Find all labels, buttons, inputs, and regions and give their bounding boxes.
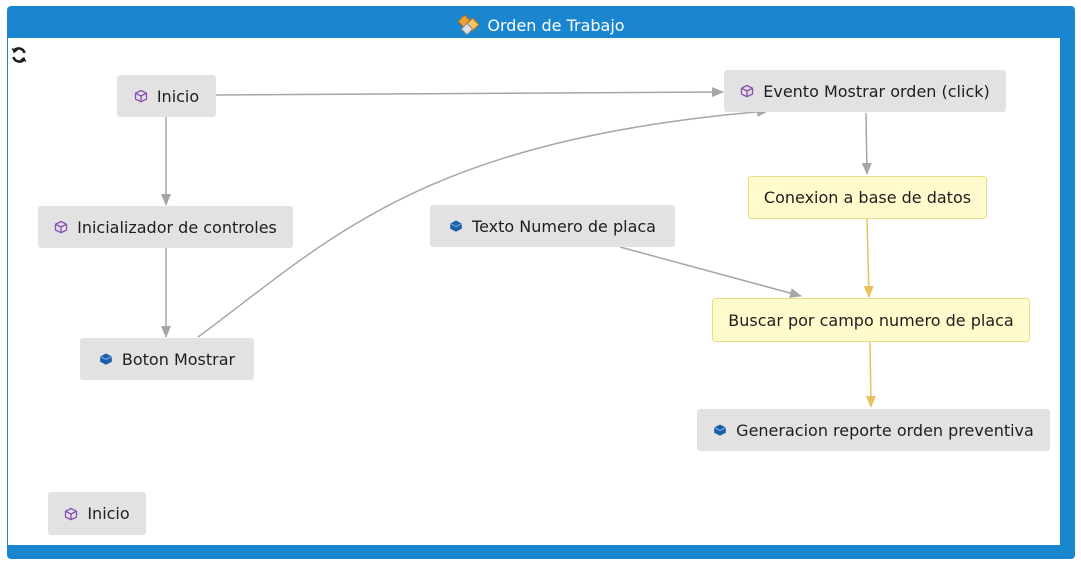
link-conexion-to-buscar [863,218,874,298]
node-buscar-por-campo-numero-de-placa[interactable]: Buscar por campo numero de placa [712,298,1030,342]
node-label: Texto Numero de placa [472,216,656,236]
component-icon [65,507,78,520]
node-inicio[interactable]: Inicio [117,75,216,117]
node-conexion-a-base-de-datos[interactable]: Conexion a base de datos [748,176,987,219]
node-label: Buscar por campo numero de placa [728,310,1014,330]
node-label: Boton Mostrar [121,349,236,369]
node-evento-mostrar-orden[interactable]: Evento Mostrar orden (click) [724,70,1006,112]
node-label: Inicio [87,504,130,523]
object-icon [714,424,727,436]
node-boton-mostrar[interactable]: Boton Mostrar [80,338,254,380]
node-inicio-secondary[interactable]: Inicio [48,492,146,535]
node-label: Conexion a base de datos [763,188,972,207]
node-texto-numero-de-placa[interactable]: Texto Numero de placa [430,205,675,247]
link-texto-to-buscar [619,246,802,298]
node-label: Generacion reporte orden preventiva [736,420,1034,440]
component-icon [54,220,68,234]
object-icon [449,220,463,232]
component-icon [741,84,754,98]
link-inicio-to-evento [215,87,724,98]
link-evento-to-conexion [861,112,872,175]
object-icon [99,353,112,365]
node-inicializador-de-controles[interactable]: Inicializador de controles [38,206,293,248]
component-icon [134,89,147,103]
node-generacion-reporte-orden-preventiva[interactable]: Generacion reporte orden preventiva [697,409,1050,451]
node-label: Inicio [156,86,200,106]
node-label: Inicializador de controles [77,217,277,237]
link-buscar-to-generacion [865,341,876,408]
node-label: Evento Mostrar orden (click) [763,81,990,101]
